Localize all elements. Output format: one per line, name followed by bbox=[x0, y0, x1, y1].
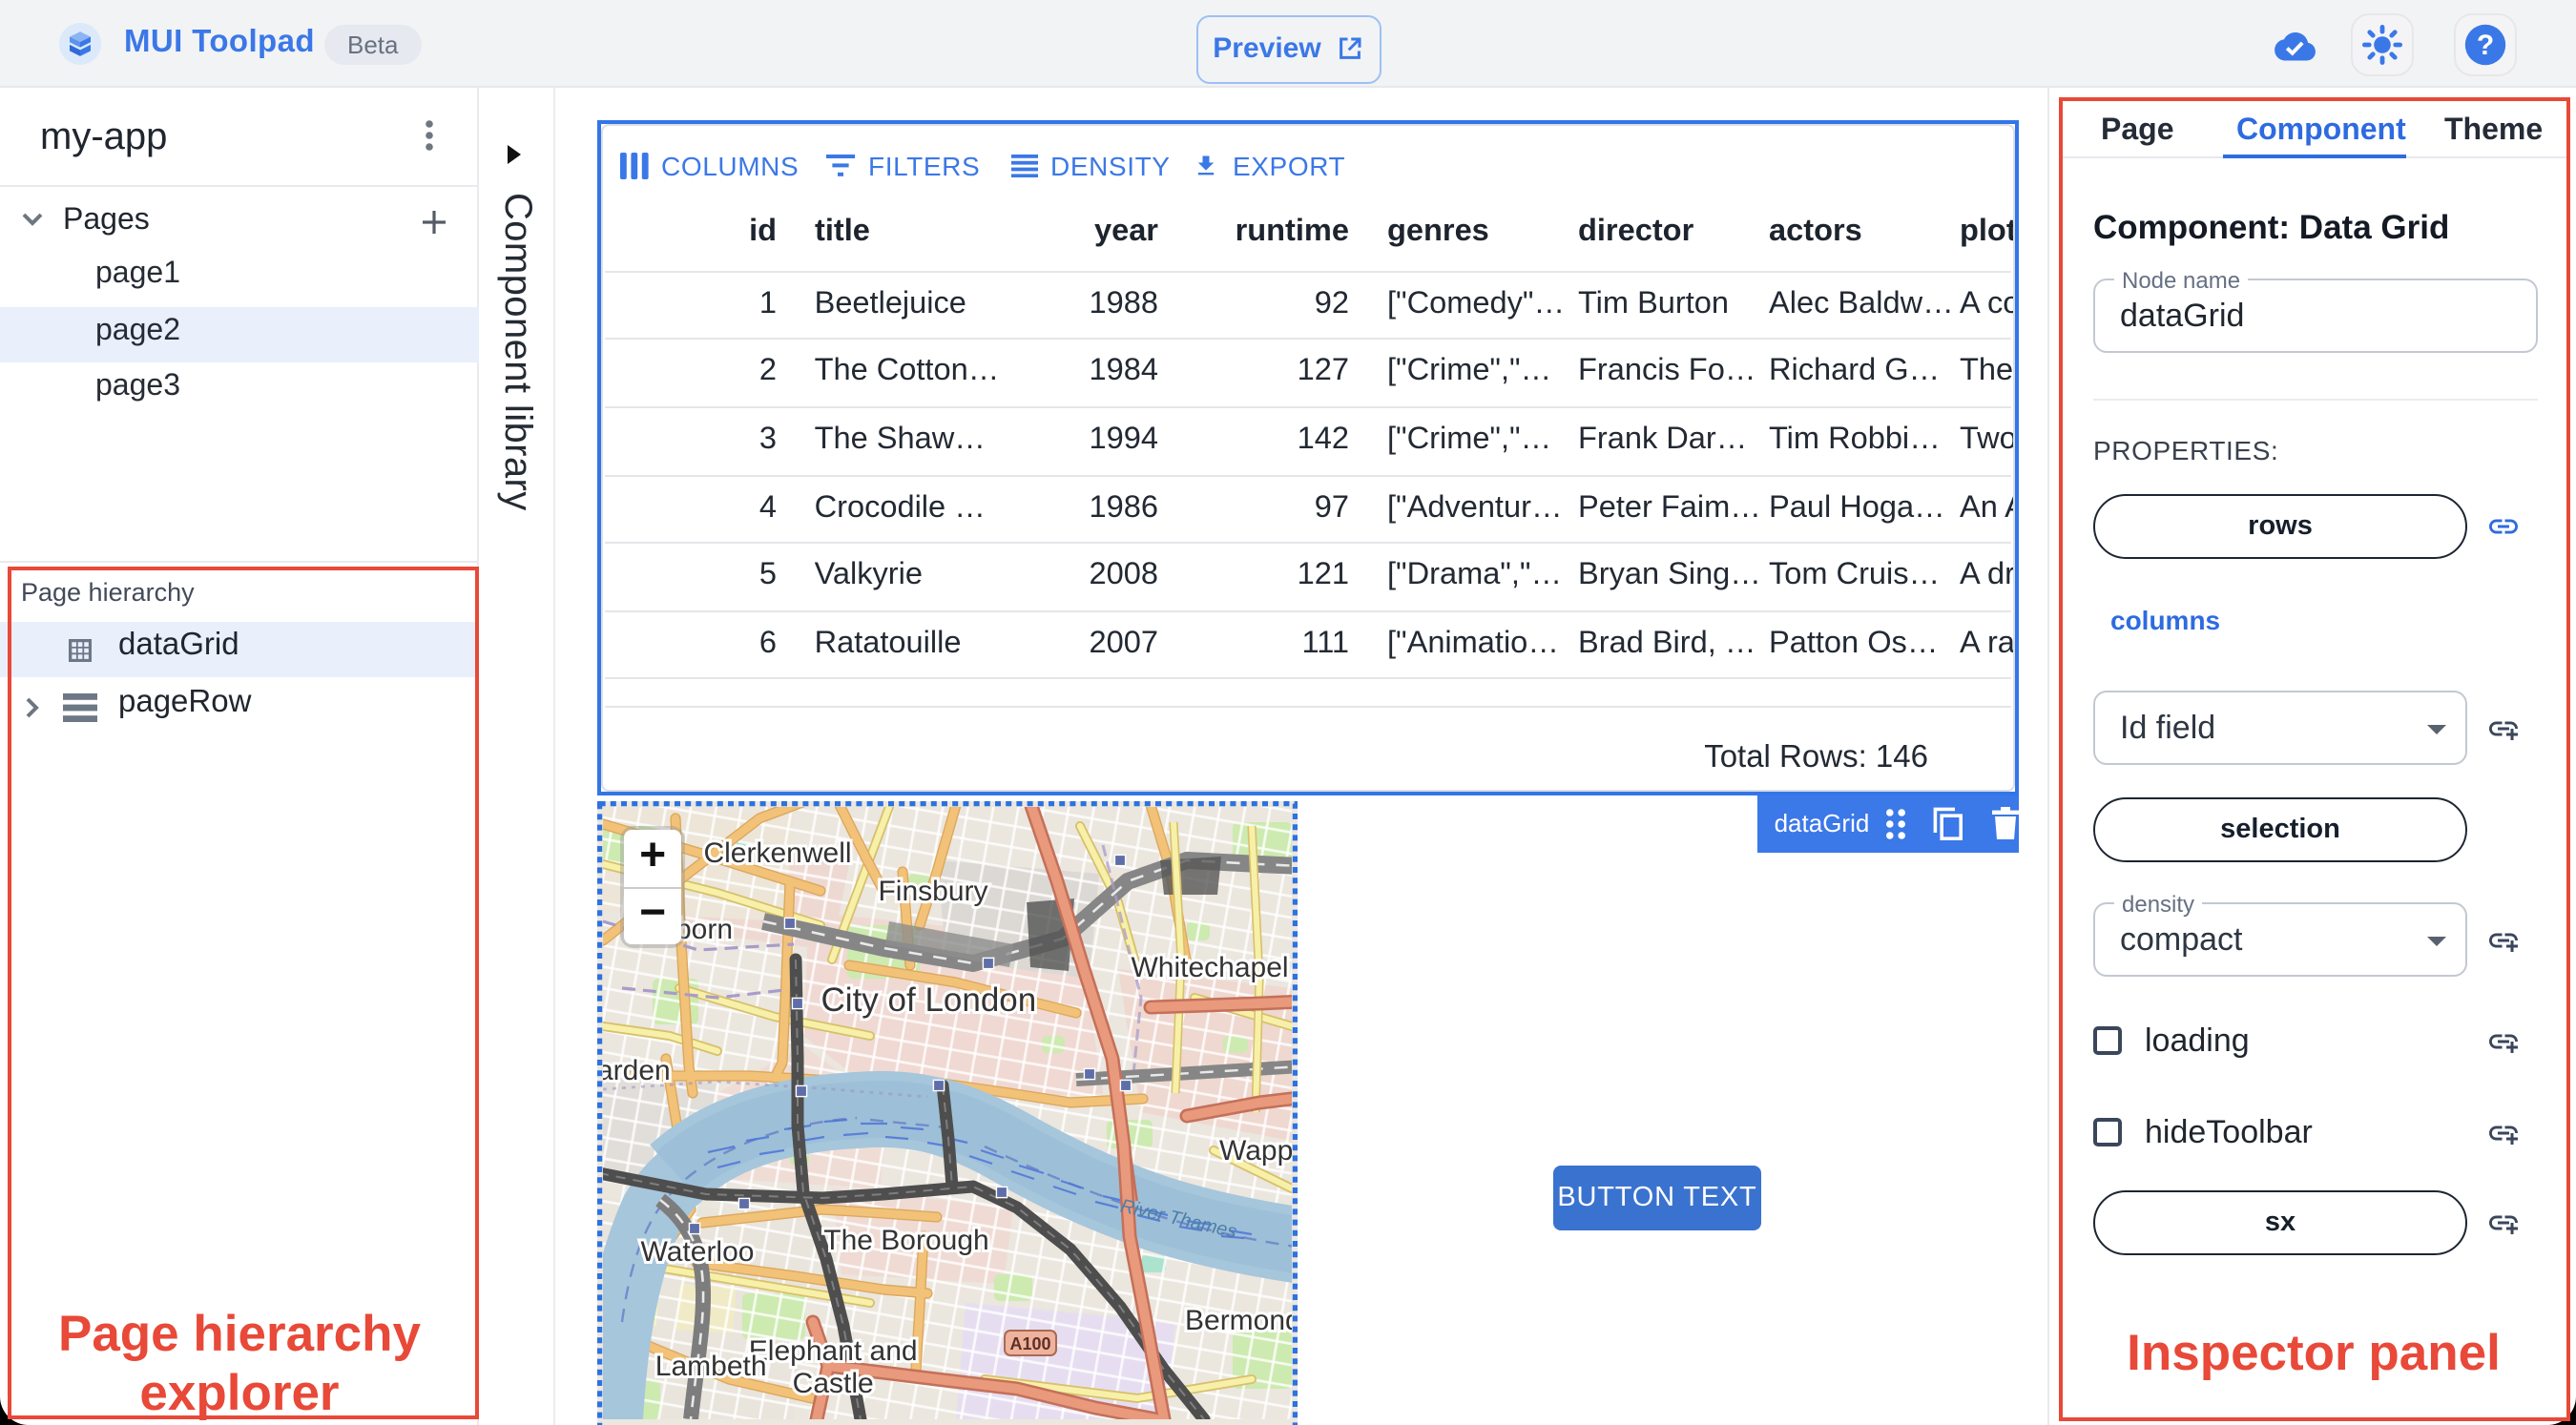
svg-text:?: ? bbox=[2477, 29, 2494, 60]
